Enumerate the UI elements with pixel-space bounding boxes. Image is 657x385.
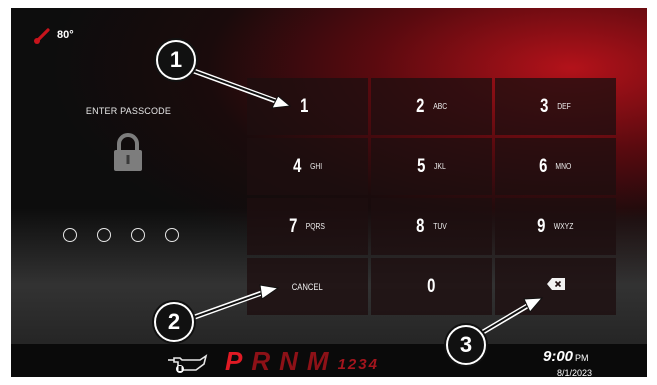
- key-6[interactable]: 6 MNO: [495, 138, 616, 195]
- key-digit: 0: [427, 275, 436, 297]
- key-digit: 8: [416, 215, 425, 237]
- keypad: 1 2 ABC 3 DEF 4 GHI 5 JKL 6 MNO 7 PQRS 8 TUV 9W…: [247, 78, 647, 318]
- lock-icon: [110, 133, 146, 178]
- clock-date: 8/1/2023: [557, 368, 593, 377]
- gear-n[interactable]: N: [279, 346, 298, 377]
- manual-gear-numbers: 1234: [337, 356, 379, 373]
- key-8[interactable]: 8 TUV: [371, 198, 492, 255]
- oil-warning-icon: [166, 350, 212, 377]
- backspace-icon: [546, 277, 566, 296]
- key-letters: JKL: [433, 162, 446, 171]
- cancel-label: CANCEL: [291, 281, 324, 292]
- clock-ampm: PM: [575, 353, 589, 363]
- key-1[interactable]: 1: [247, 78, 368, 135]
- key-digit: 9: [536, 215, 546, 237]
- key-letters: MNO: [555, 162, 572, 171]
- bottom-status-bar: P R N M 1234 9:00 PM 8/1/2023: [11, 344, 647, 377]
- gear-r[interactable]: R: [251, 346, 270, 377]
- key-3[interactable]: 3 DEF: [495, 78, 616, 135]
- pin-slot: [165, 228, 179, 242]
- passcode-dots: [63, 228, 179, 242]
- enter-passcode-label: ENTER PASSCODE: [85, 106, 172, 116]
- gear-m[interactable]: M: [307, 346, 329, 377]
- callout-2: 2: [154, 302, 194, 342]
- key-4[interactable]: 4 GHI: [247, 138, 368, 195]
- cancel-button[interactable]: CANCEL: [247, 258, 368, 315]
- key-letters: ABC: [432, 102, 447, 111]
- callout-3: 3: [446, 325, 486, 365]
- key-0[interactable]: 0: [371, 258, 492, 315]
- pin-slot: [97, 228, 111, 242]
- key-letters: WXYZ: [553, 222, 574, 231]
- key-digit: 6: [539, 155, 548, 177]
- key-digit: 5: [417, 155, 426, 177]
- key-digit: 7: [289, 215, 298, 237]
- gear-p[interactable]: P: [225, 346, 242, 377]
- key-2[interactable]: 2 ABC: [371, 78, 492, 135]
- infotainment-screen: 80° ENTER PASSCODE 1 2 ABC 3 DEF 4 GHI 5 JKL…: [11, 8, 647, 377]
- key-letters: DEF: [556, 102, 571, 111]
- callout-1: 1: [156, 40, 196, 80]
- key-7[interactable]: 7 PQRS: [247, 198, 368, 255]
- pin-slot: [63, 228, 77, 242]
- gear-selector: P R N M 1234: [225, 344, 379, 377]
- clock-time: 9:00: [543, 348, 574, 365]
- key-letters: TUV: [432, 222, 447, 231]
- key-letters: GHI: [309, 162, 322, 171]
- key-digit: 3: [540, 95, 549, 117]
- clock: 9:00 PM 8/1/2023: [543, 348, 592, 377]
- pin-slot: [131, 228, 145, 242]
- passcode-panel: ENTER PASSCODE: [11, 8, 246, 338]
- backspace-button[interactable]: [495, 258, 616, 315]
- key-5[interactable]: 5 JKL: [371, 138, 492, 195]
- key-letters: PQRS: [306, 222, 326, 231]
- key-digit: 2: [416, 95, 425, 117]
- key-9[interactable]: 9 WXYZ: [495, 198, 616, 255]
- key-digit: 1: [300, 95, 309, 117]
- key-digit: 4: [293, 155, 302, 177]
